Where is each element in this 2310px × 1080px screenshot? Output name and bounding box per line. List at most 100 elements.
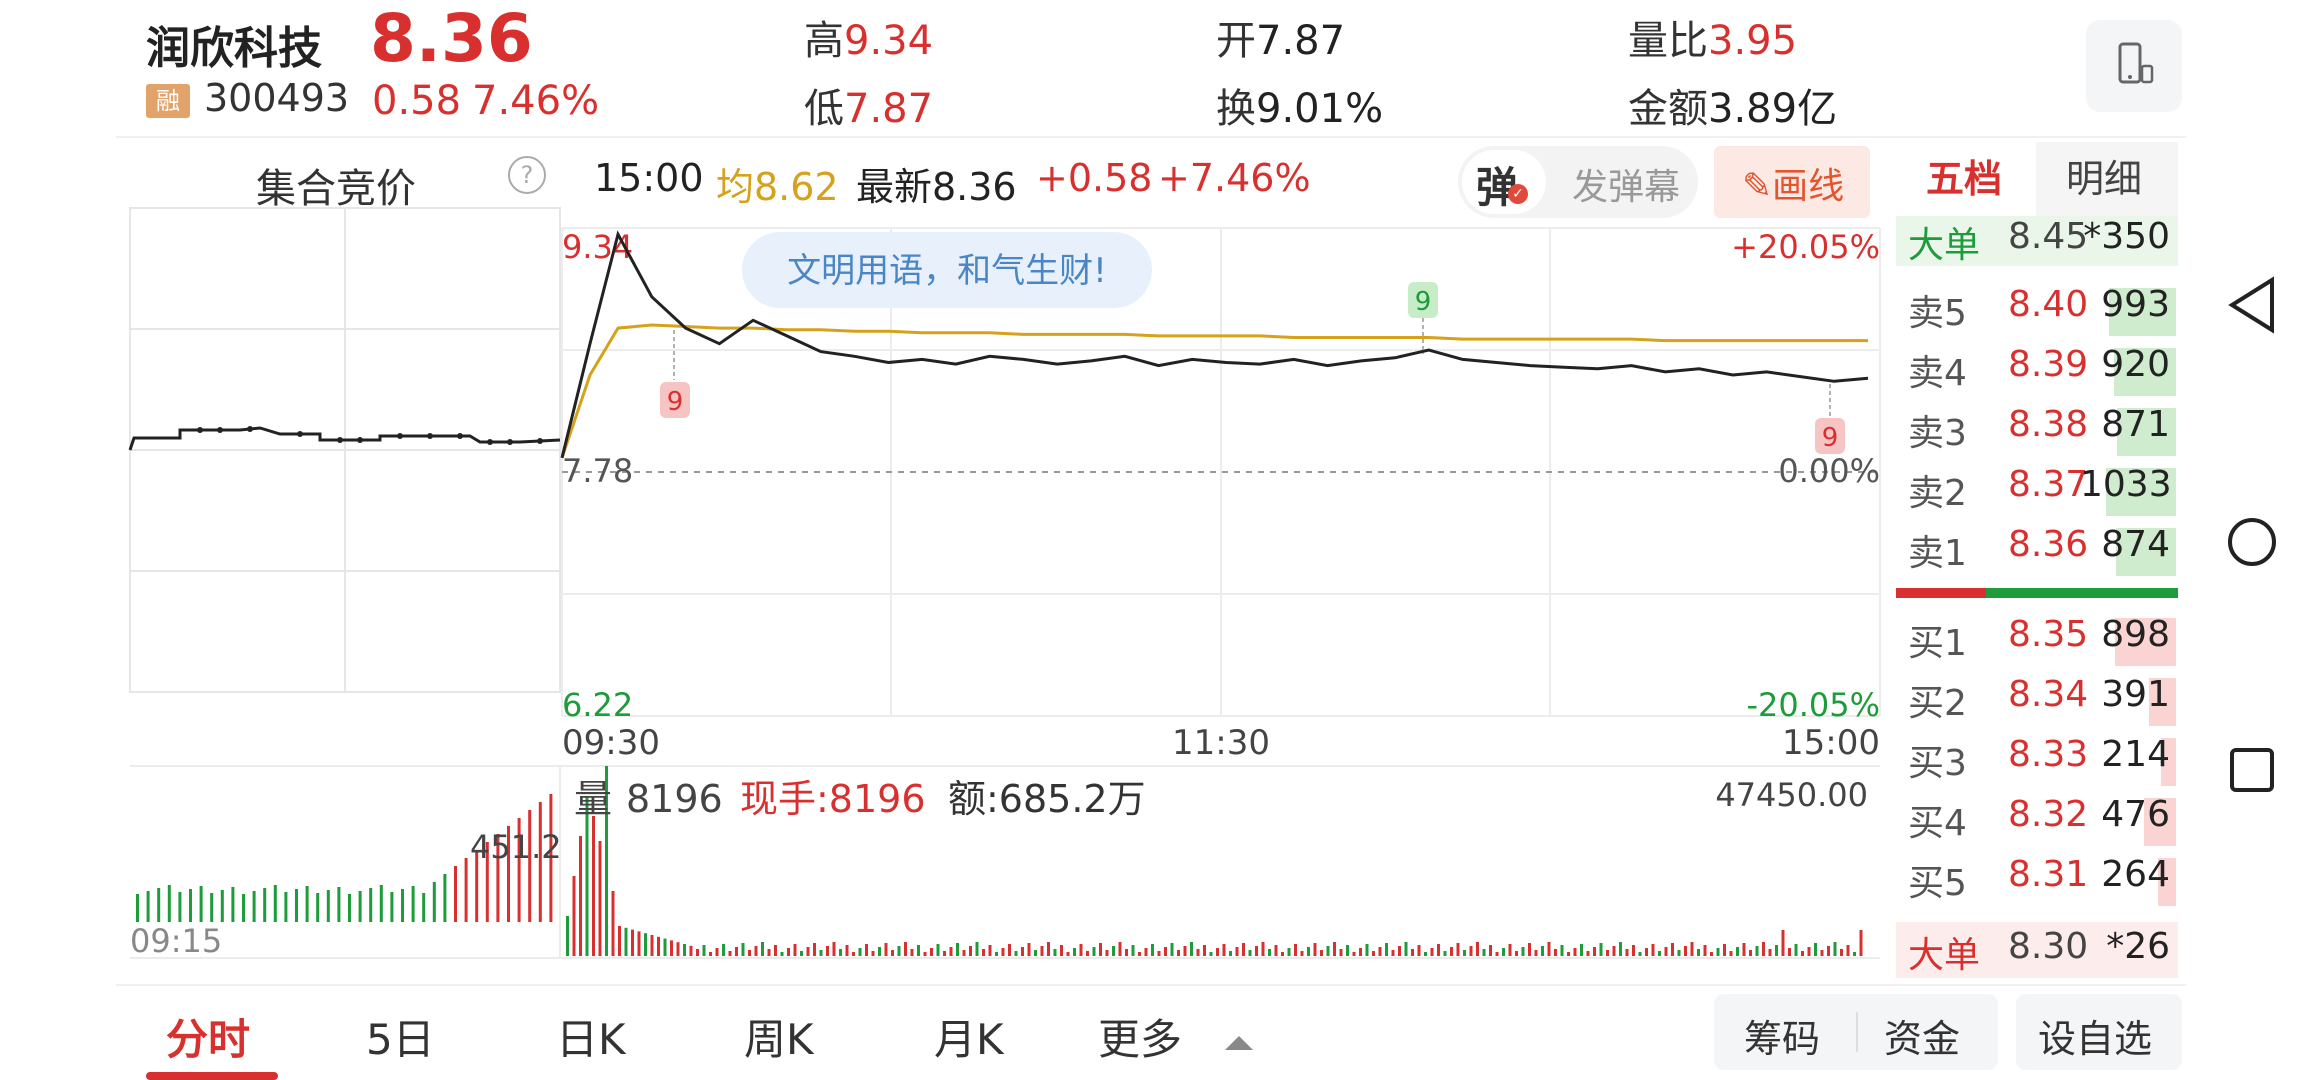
volume-bar (1118, 942, 1122, 956)
auction-volume-bar (348, 894, 351, 922)
auction-volume-bar (167, 885, 171, 922)
volume-bar (969, 946, 972, 956)
buy-level-label: 买1 (1908, 623, 1967, 664)
landscape-toggle-button[interactable] (2086, 20, 2182, 112)
auction-dot (197, 427, 203, 433)
auction-dot (357, 437, 363, 443)
volume-bar (1138, 952, 1141, 956)
volume-bar (1281, 952, 1284, 956)
chips-button[interactable]: 筹码 (1744, 1008, 1820, 1063)
x-label-noon: 11:30 (1172, 723, 1270, 763)
tab-five-day[interactable]: 5日 (366, 1006, 435, 1067)
auction-time-label: 09:15 (130, 922, 222, 960)
volume-bar (696, 949, 699, 956)
volume-bar (1274, 945, 1278, 956)
auction-dot (507, 439, 513, 445)
big-sell-price: 8.45 (2008, 216, 2089, 257)
volume-bar (897, 946, 901, 956)
sell-level-label: 卖4 (1908, 353, 1967, 394)
volume-bar (1508, 944, 1512, 956)
volume-bar (1216, 948, 1219, 956)
volume-bar (1001, 948, 1005, 956)
volume-bar (1768, 949, 1772, 956)
volume-bar (1378, 947, 1382, 956)
auction-volume-bar (178, 892, 182, 922)
tab-day-k[interactable]: 日K (556, 1006, 626, 1067)
volume-bar (1053, 949, 1057, 956)
volume-bar (1710, 952, 1713, 956)
volume-bar (1593, 947, 1596, 956)
volume-bar (787, 948, 790, 956)
tab-more[interactable]: 更多 (1098, 1006, 1254, 1067)
auction-dot (337, 437, 343, 443)
auction-dot (297, 431, 303, 437)
volume-bar (728, 951, 732, 956)
volume-bar (618, 926, 621, 956)
auction-volume-bar (136, 894, 139, 922)
auction-volume-bar (263, 888, 267, 922)
phone-rotate-icon (2118, 42, 2154, 84)
volume-bar (1333, 942, 1336, 956)
funds-button[interactable]: 资金 (1884, 1008, 1960, 1063)
big-sell-label: 大单 (1908, 225, 1981, 266)
volume-bar (1645, 948, 1648, 956)
x-label-open: 09:30 (562, 723, 660, 763)
group-divider (1856, 1012, 1858, 1052)
volume-bar (1820, 950, 1824, 956)
marker-1-text: 9 (667, 387, 684, 417)
volume-bar (1040, 946, 1044, 956)
volume-bar (1099, 943, 1102, 956)
volume-bar (1086, 951, 1089, 956)
bottom-divider (116, 984, 2186, 986)
auction-dot (217, 427, 223, 433)
volume-bar (1248, 950, 1252, 956)
volume-bar (1859, 930, 1863, 956)
volume-bar (1502, 948, 1505, 956)
sell-level-price: 8.39 (2008, 344, 2089, 385)
tab-details[interactable]: 明细 (2066, 148, 2142, 203)
volume-bar (566, 916, 569, 956)
auction-price-dots (197, 426, 543, 445)
volume-value: 8196 (626, 777, 723, 821)
volume-bar (1027, 943, 1031, 956)
buy-level-label: 买5 (1908, 863, 1967, 904)
volume-bar (1112, 946, 1115, 956)
volume-bar (624, 927, 628, 956)
volume-bar (676, 942, 680, 956)
back-icon (2228, 276, 2274, 334)
volume-bar (1391, 950, 1395, 956)
volume-bar (800, 951, 803, 956)
auction-volume-bar (432, 882, 436, 922)
sell-buy-ratio-green (1986, 588, 2178, 598)
volume-bar (988, 945, 992, 956)
volume-bar (598, 841, 602, 956)
tab-intraday[interactable]: 分时 (166, 1006, 250, 1067)
volume-bar (1437, 944, 1440, 956)
volume-bar (943, 951, 946, 956)
volume-bar (1528, 943, 1531, 956)
auction-volume-bar (199, 886, 203, 922)
volume-bar (1651, 944, 1655, 956)
volume-bar (852, 952, 855, 956)
volume-bar (1541, 946, 1544, 956)
volume-bar (1567, 952, 1570, 956)
home-icon (2228, 518, 2276, 566)
auction-vol-label: 451.2 (470, 828, 562, 866)
tab-week-k[interactable]: 周K (744, 1006, 814, 1067)
volume-bar (904, 942, 907, 956)
volume-bar (1372, 951, 1375, 956)
intraday-chart[interactable]: 9.34 7.78 6.22 +20.05% 0.00% -20.05% 09:… (0, 0, 1890, 990)
tab-month-k[interactable]: 月K (934, 1006, 1004, 1067)
volume-bar (1801, 951, 1804, 956)
volume-bar (1677, 950, 1681, 956)
volume-bar (689, 945, 693, 956)
auction-volume-bar (210, 893, 214, 922)
volume-bar (1365, 944, 1369, 956)
volume-bar (1417, 945, 1421, 956)
volume-bar (839, 949, 842, 956)
volume-bar (1385, 943, 1388, 956)
volume-bar (826, 946, 829, 956)
volume-bar (1482, 949, 1486, 956)
volume-bar (1424, 952, 1427, 956)
volume-bar (1580, 944, 1583, 956)
